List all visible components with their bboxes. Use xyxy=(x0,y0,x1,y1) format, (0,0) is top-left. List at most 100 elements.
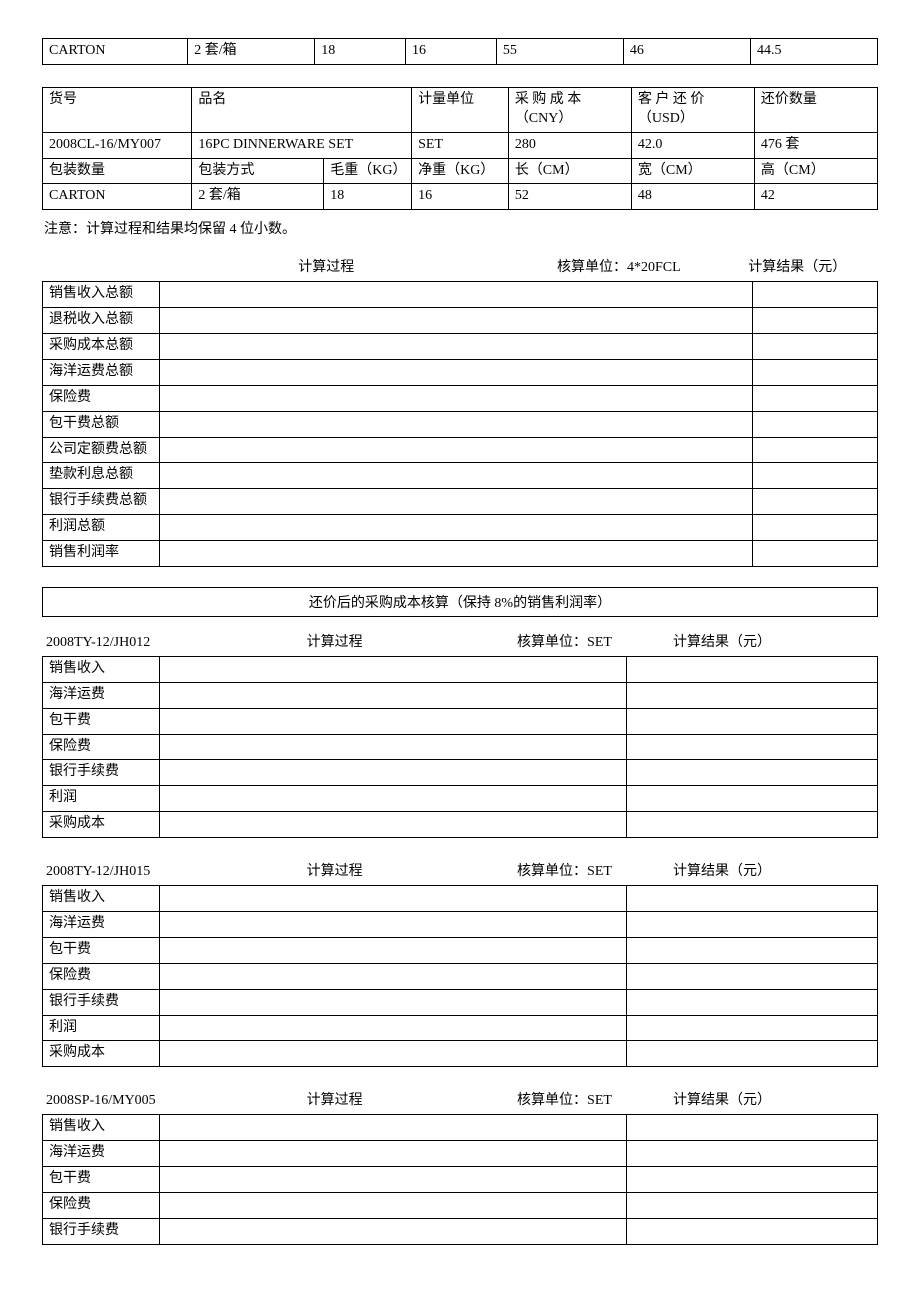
calc-result-cell xyxy=(752,385,877,411)
calc-process-cell xyxy=(159,334,752,360)
calc-process-cell xyxy=(159,1115,627,1141)
row-label: 包干费 xyxy=(43,708,160,734)
cell: 280 xyxy=(508,132,631,158)
row-label: 保险费 xyxy=(43,1192,160,1218)
calc-process-cell xyxy=(159,1166,627,1192)
calc-result-cell xyxy=(627,760,878,786)
calc-result-cell xyxy=(627,1015,878,1041)
row-label: 销售收入总额 xyxy=(43,282,160,308)
row-label: 银行手续费 xyxy=(43,760,160,786)
table-row: 包装数量 包装方式 毛重（KG） 净重（KG） 长（CM） 宽（CM） 高（CM… xyxy=(43,158,878,184)
calc-result-cell xyxy=(627,682,878,708)
table-row: 公司定额费总额 xyxy=(43,437,878,463)
calc-result-cell xyxy=(752,489,877,515)
row-label: 销售利润率 xyxy=(43,541,160,567)
col-label: 核算单位：SET xyxy=(460,631,669,656)
sub-table-c: 销售收入海洋运费包干费保险费银行手续费 xyxy=(42,1114,878,1244)
cell: 货号 xyxy=(43,87,192,132)
cell: CARTON xyxy=(43,184,192,210)
calc-result-cell xyxy=(752,437,877,463)
cell: 42.0 xyxy=(631,132,754,158)
calc-header: 计算过程 核算单位：4*20FCL 计算结果（元） xyxy=(42,256,878,281)
table-row: 采购成本 xyxy=(43,1041,878,1067)
table-row: 退税收入总额 xyxy=(43,308,878,334)
calc-result-cell xyxy=(627,656,878,682)
row-label: 采购成本 xyxy=(43,1041,160,1067)
row-label: 包干费 xyxy=(43,937,160,963)
table-row: 销售利润率 xyxy=(43,541,878,567)
sub-table-b: 销售收入海洋运费包干费保险费银行手续费利润采购成本 xyxy=(42,885,878,1067)
col-label: 计算结果（元） xyxy=(744,256,878,281)
calc-process-cell xyxy=(159,937,627,963)
col-label: 计算过程 xyxy=(209,631,460,656)
cell: 16PC DINNERWARE SET xyxy=(192,132,412,158)
calc-process-cell xyxy=(159,489,752,515)
table-row: 包干费总额 xyxy=(43,411,878,437)
table-row: 保险费 xyxy=(43,963,878,989)
calc-result-cell xyxy=(627,786,878,812)
table-row: 利润总额 xyxy=(43,515,878,541)
table-row: 利润 xyxy=(43,1015,878,1041)
calc-result-cell xyxy=(627,812,878,838)
cell: 包装数量 xyxy=(43,158,192,184)
table-row: 包干费 xyxy=(43,708,878,734)
calc-result-cell xyxy=(752,411,877,437)
calc-result-cell xyxy=(627,937,878,963)
col-label: 计算过程 xyxy=(159,256,493,281)
row-label: 公司定额费总额 xyxy=(43,437,160,463)
row-label: 保险费 xyxy=(43,385,160,411)
calc-process-cell xyxy=(159,1141,627,1167)
table-row: 包干费 xyxy=(43,1166,878,1192)
row-label: 银行手续费总额 xyxy=(43,489,160,515)
cell: 55 xyxy=(496,39,623,65)
calc-result-cell xyxy=(627,886,878,912)
cell: 采 购 成 本（CNY） xyxy=(508,87,631,132)
cell: 还价数量 xyxy=(754,87,877,132)
row-label: 包干费总额 xyxy=(43,411,160,437)
table-row: 保险费 xyxy=(43,1192,878,1218)
calc-result-cell xyxy=(752,334,877,360)
row-label: 垫款利息总额 xyxy=(43,463,160,489)
cell: 44.5 xyxy=(750,39,877,65)
calc-result-cell xyxy=(627,911,878,937)
cell: 净重（KG） xyxy=(412,158,509,184)
cell: 客 户 还 价（USD） xyxy=(631,87,754,132)
table-row: 银行手续费 xyxy=(43,989,878,1015)
calc-process-cell xyxy=(159,708,627,734)
row-label: 利润 xyxy=(43,1015,160,1041)
cell: 包装方式 xyxy=(192,158,324,184)
calc-process-cell xyxy=(159,1218,627,1244)
cell: 长（CM） xyxy=(508,158,631,184)
calc-process-cell xyxy=(159,437,752,463)
calc-process-cell xyxy=(159,734,627,760)
col-label: 计算结果（元） xyxy=(669,631,878,656)
calc-result-cell xyxy=(627,1041,878,1067)
cell: 16 xyxy=(406,39,497,65)
cell: 宽（CM） xyxy=(631,158,754,184)
cell: 52 xyxy=(508,184,631,210)
calc-result-cell xyxy=(627,734,878,760)
table-row: 海洋运费 xyxy=(43,682,878,708)
calc-result-cell xyxy=(627,1166,878,1192)
row-label: 采购成本 xyxy=(43,812,160,838)
calc-process-cell xyxy=(159,963,627,989)
calc-process-cell xyxy=(159,1041,627,1067)
cell: 18 xyxy=(324,184,412,210)
cell: 2008CL-16/MY007 xyxy=(43,132,192,158)
table-row: 利润 xyxy=(43,786,878,812)
row-label: 采购成本总额 xyxy=(43,334,160,360)
calc-process-cell xyxy=(159,282,752,308)
row-label: 退税收入总额 xyxy=(43,308,160,334)
calc-process-cell xyxy=(159,886,627,912)
table-row: 垫款利息总额 xyxy=(43,463,878,489)
calc-process-cell xyxy=(159,463,752,489)
calc-result-cell xyxy=(627,1218,878,1244)
row-label: 海洋运费 xyxy=(43,682,160,708)
calc-process-cell xyxy=(159,989,627,1015)
col-label: 计算过程 xyxy=(209,860,460,885)
table-row: 销售收入 xyxy=(43,1115,878,1141)
cell: 42 xyxy=(754,184,877,210)
calc-result-cell xyxy=(752,541,877,567)
calc-result-cell xyxy=(752,463,877,489)
calc-result-cell xyxy=(627,708,878,734)
